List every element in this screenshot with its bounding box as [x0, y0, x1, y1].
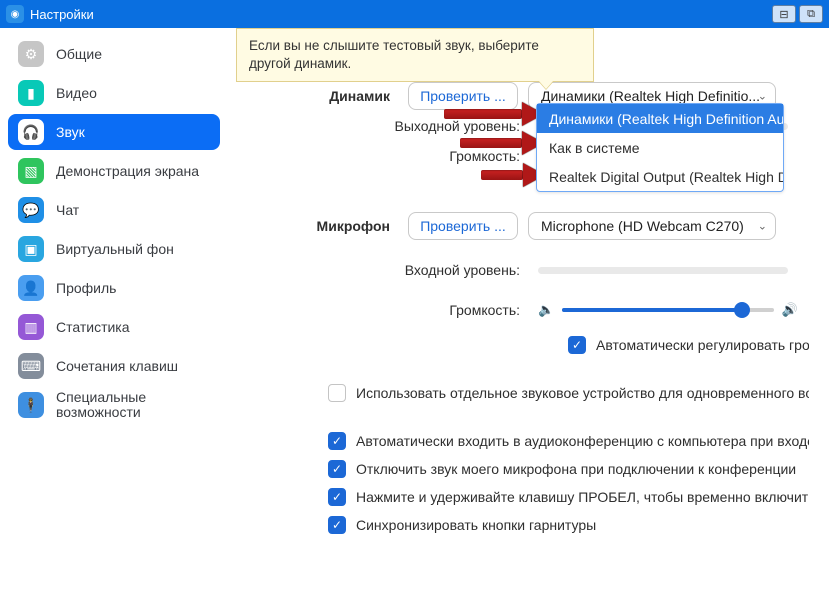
dropdown-option[interactable]: Как в системе [537, 133, 783, 162]
mic-device-select[interactable]: Microphone (HD Webcam C270) ⌄ [528, 212, 776, 240]
share-icon: ▧ [18, 158, 44, 184]
checkbox-label: Нажмите и удерживайте клавишу ПРОБЕЛ, чт… [356, 489, 809, 505]
chat-icon: 💬 [18, 197, 44, 223]
title-bar: ◉ Настройки ⊟ ⧉ [0, 0, 829, 28]
sidebar: ⚙ Общие ▮ Видео 🎧 Звук ▧ Демонстрация экрана… [0, 28, 228, 607]
window-title: Настройки [30, 7, 94, 22]
dropdown-option[interactable]: Realtek Digital Output (Realtek High D..… [537, 162, 783, 191]
chevron-down-icon: ⌄ [758, 90, 767, 103]
keyboard-icon: ⌨ [18, 353, 44, 379]
window-button-2[interactable]: ⧉ [799, 5, 823, 23]
test-mic-button[interactable]: Проверить ... [408, 212, 518, 240]
sync-headset-checkbox[interactable]: ✓ [328, 516, 346, 534]
video-icon: ▮ [18, 80, 44, 106]
mic-selected-value: Microphone (HD Webcam C270) [541, 218, 744, 234]
auto-join-audio-checkbox[interactable]: ✓ [328, 432, 346, 450]
sidebar-item-label: Демонстрация экрана [56, 163, 199, 179]
sidebar-item-screenshare[interactable]: ▧ Демонстрация экрана [8, 153, 220, 189]
sidebar-item-label: Специальные возможности [56, 390, 210, 421]
sidebar-item-shortcuts[interactable]: ⌨ Сочетания клавиш [8, 348, 220, 384]
checkbox-label: Синхронизировать кнопки гарнитуры [356, 517, 596, 533]
mic-input-meter [538, 267, 788, 274]
checkbox-label: Автоматически входить в аудиоконференцию… [356, 433, 809, 449]
sidebar-item-label: Профиль [56, 280, 116, 296]
sidebar-item-label: Видео [56, 85, 97, 101]
mute-on-join-checkbox[interactable]: ✓ [328, 460, 346, 478]
speaker-volume-label: Громкость: [248, 148, 538, 164]
person-icon: 👤 [18, 275, 44, 301]
sidebar-item-video[interactable]: ▮ Видео [8, 75, 220, 111]
gear-icon: ⚙ [18, 41, 44, 67]
sidebar-item-accessibility[interactable]: 🕴 Специальные возможности [8, 387, 220, 423]
volume-high-icon: 🔊 [782, 302, 798, 318]
picture-icon: ▣ [18, 236, 44, 262]
sidebar-item-profile[interactable]: 👤 Профиль [8, 270, 220, 306]
speaker-device-dropdown[interactable]: Динамики (Realtek High Definition Au... … [536, 103, 784, 192]
dropdown-option[interactable]: Динамики (Realtek High Definition Au... [537, 104, 783, 133]
app-icon: ◉ [6, 5, 24, 23]
speaker-section-label: Динамик [248, 88, 408, 104]
tooltip-speaker-hint: Если вы не слышите тестовый звук, выбери… [236, 28, 594, 82]
headphones-icon: 🎧 [18, 119, 44, 145]
output-level-label: Выходной уровень: [248, 118, 538, 134]
sidebar-item-audio[interactable]: 🎧 Звук [8, 114, 220, 150]
sidebar-item-chat[interactable]: 💬 Чат [8, 192, 220, 228]
stats-icon: ▥ [18, 314, 44, 340]
sidebar-item-label: Сочетания клавиш [56, 358, 178, 374]
sidebar-item-label: Чат [56, 202, 79, 218]
mic-volume-label: Громкость: [248, 302, 538, 318]
checkbox-label: Отключить звук моего микрофона при подкл… [356, 461, 796, 477]
accessibility-icon: 🕴 [18, 392, 44, 418]
chevron-down-icon: ⌄ [758, 220, 767, 233]
tooltip-text: Если вы не слышите тестовый звук, выбери… [249, 38, 539, 71]
separate-device-label: Использовать отдельное звуковое устройст… [356, 385, 809, 401]
sidebar-item-label: Статистика [56, 319, 130, 335]
test-speaker-button[interactable]: Проверить ... [408, 82, 518, 110]
sidebar-item-virtualbg[interactable]: ▣ Виртуальный фон [8, 231, 220, 267]
sidebar-item-label: Звук [56, 124, 85, 140]
auto-gain-label: Автоматически регулировать гром... [596, 337, 809, 353]
push-to-talk-checkbox[interactable]: ✓ [328, 488, 346, 506]
sidebar-item-label: Общие [56, 46, 102, 62]
auto-gain-checkbox[interactable]: ✓ [568, 336, 586, 354]
separate-device-checkbox[interactable] [328, 384, 346, 402]
sidebar-item-general[interactable]: ⚙ Общие [8, 36, 220, 72]
mic-volume-slider[interactable] [562, 308, 774, 312]
input-level-label: Входной уровень: [248, 262, 538, 278]
window-button-1[interactable]: ⊟ [772, 5, 796, 23]
mic-section-label: Микрофон [248, 218, 408, 234]
volume-low-icon: 🔈 [538, 302, 554, 318]
sidebar-item-stats[interactable]: ▥ Статистика [8, 309, 220, 345]
content-area: Динамик Проверить ... Динамики (Realtek … [228, 28, 829, 607]
sidebar-item-label: Виртуальный фон [56, 241, 174, 257]
speaker-selected-value: Динамики (Realtek High Definitio... [541, 88, 760, 104]
